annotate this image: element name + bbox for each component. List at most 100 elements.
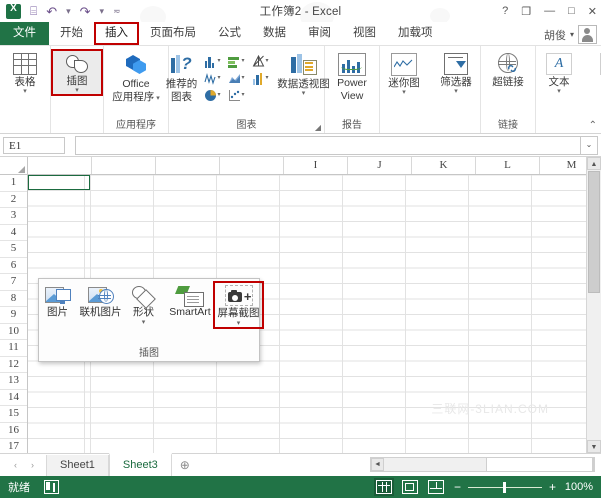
vertical-scrollbar[interactable]: ▲ ▼ — [586, 157, 601, 453]
row-header[interactable]: 11 — [0, 340, 27, 357]
power-view-button[interactable]: Power View — [328, 51, 376, 102]
tab-formulas[interactable]: 公式 — [207, 22, 252, 45]
sheet-tab-sheet3[interactable]: Sheet3 — [108, 452, 172, 478]
undo-icon[interactable]: ↶ — [46, 5, 57, 18]
row-header[interactable]: 8 — [0, 291, 27, 307]
sheet-tab-sheet1[interactable]: Sheet1 — [46, 454, 109, 476]
row-header[interactable]: 5 — [0, 241, 27, 258]
user-account-area[interactable]: 胡俊 ▾ — [544, 25, 597, 44]
column-header-i[interactable]: I — [284, 157, 348, 174]
filters-button[interactable]: 筛选器 ▾ — [432, 51, 480, 95]
online-pictures-button[interactable]: 联机图片 — [79, 283, 122, 319]
column-header-blank-4[interactable] — [220, 157, 284, 174]
tab-file[interactable]: 文件 — [0, 22, 49, 45]
tab-data[interactable]: 数据 — [252, 22, 297, 45]
page-break-view-button[interactable] — [427, 480, 444, 494]
column-header-blank-1[interactable] — [28, 157, 92, 174]
zoom-slider-thumb[interactable] — [502, 481, 506, 493]
select-all-button[interactable] — [0, 157, 28, 174]
chevron-down-icon[interactable]: ▾ — [237, 320, 241, 327]
maximize-button[interactable]: □ — [568, 5, 575, 17]
active-cell-a1[interactable] — [28, 175, 90, 190]
combo-chart-icon[interactable]: ▾ — [252, 71, 274, 86]
zoom-out-button[interactable]: − — [454, 481, 461, 493]
tab-page-layout[interactable]: 页面布局 — [139, 22, 207, 45]
help-button[interactable]: ? — [502, 5, 508, 17]
user-caret-icon[interactable]: ▾ — [570, 30, 574, 39]
row-header[interactable]: 12 — [0, 357, 27, 373]
column-header-j[interactable]: J — [348, 157, 412, 174]
redo-caret-icon[interactable]: ▾ — [100, 6, 105, 16]
stock-chart-icon[interactable]: ▾ — [203, 71, 226, 86]
text-button[interactable]: A 文本 ▾ — [535, 51, 583, 95]
undo-caret-icon[interactable]: ▾ — [66, 6, 71, 16]
screenshot-button[interactable]: + 屏幕截图 ▾ — [213, 281, 264, 329]
row-header[interactable]: 13 — [0, 373, 27, 390]
chevron-down-icon[interactable]: ▾ — [154, 95, 160, 102]
column-header-l[interactable]: L — [476, 157, 540, 174]
next-sheet-button[interactable]: › — [31, 460, 34, 470]
charts-dialog-launcher[interactable]: ◢ — [315, 123, 321, 132]
zoom-level-label[interactable]: 100% — [563, 481, 593, 493]
normal-view-button[interactable] — [375, 480, 392, 494]
hierarchy-chart-icon[interactable]: ▾ — [252, 54, 274, 69]
row-header[interactable]: 4 — [0, 225, 27, 241]
name-box[interactable]: E1 — [3, 136, 65, 154]
zoom-slider[interactable] — [467, 481, 542, 493]
scroll-up-icon[interactable]: ▲ — [587, 157, 601, 170]
collapse-ribbon-button[interactable]: ⌃ — [589, 120, 597, 131]
horizontal-scroll-thumb[interactable] — [486, 457, 593, 472]
scroll-down-icon[interactable]: ▼ — [587, 440, 601, 453]
hyperlink-button[interactable]: 超链接 — [484, 51, 532, 88]
illustrations-button[interactable]: 插图 ▾ — [51, 48, 103, 97]
avatar[interactable] — [578, 25, 597, 44]
symbols-button[interactable]: Ω 符号 ▾ — [589, 51, 601, 95]
chevron-down-icon[interactable]: ▾ — [75, 87, 79, 94]
row-header[interactable]: 17 — [0, 439, 27, 453]
save-icon[interactable]: ⌸ — [30, 5, 37, 17]
hscroll-left-icon[interactable]: ◄ — [371, 458, 384, 471]
column-chart-icon[interactable]: ▾ — [204, 54, 226, 69]
minimize-button[interactable]: — — [544, 5, 555, 17]
row-header[interactable]: 1 — [0, 175, 27, 192]
ribbon-display-options-button[interactable]: ❐ — [521, 5, 531, 18]
bar-chart-icon[interactable]: ▾ — [227, 54, 250, 69]
close-button[interactable]: ✕ — [588, 5, 597, 18]
pie-chart-icon[interactable]: ▾ — [204, 88, 226, 103]
row-header[interactable]: 6 — [0, 258, 27, 274]
column-header-k[interactable]: K — [412, 157, 476, 174]
add-sheet-icon[interactable]: ⊕ — [172, 458, 198, 472]
picture-button[interactable]: 图片 — [36, 283, 79, 319]
scatter-chart-icon[interactable]: ▾ — [228, 88, 250, 103]
zoom-in-button[interactable]: + — [549, 481, 556, 493]
column-header-blank-3[interactable] — [156, 157, 220, 174]
chevron-down-icon[interactable]: ▾ — [557, 88, 561, 95]
chevron-down-icon[interactable]: ▾ — [302, 90, 306, 97]
tab-home[interactable]: 开始 — [49, 22, 94, 45]
row-header[interactable]: 14 — [0, 390, 27, 406]
tab-review[interactable]: 审阅 — [297, 22, 342, 45]
recommended-charts-button[interactable]: 推荐的 图表 — [161, 51, 203, 103]
shapes-button[interactable]: 形状 ▾ — [122, 283, 165, 326]
horizontal-scrollbar[interactable]: ◄ ► — [370, 457, 595, 472]
smartart-button[interactable]: SmartArt — [165, 283, 215, 319]
area-chart-icon[interactable]: ▾ — [228, 71, 250, 86]
row-header[interactable]: 3 — [0, 208, 27, 225]
row-header[interactable]: 2 — [0, 192, 27, 208]
tab-addins[interactable]: 加载项 — [387, 22, 444, 45]
office-apps-button[interactable]: Office 应用程序 ▾ — [108, 51, 164, 103]
chevron-down-icon[interactable]: ▾ — [454, 88, 458, 95]
row-header[interactable]: 16 — [0, 423, 27, 439]
tables-button[interactable]: 表格 ▾ — [1, 51, 49, 95]
row-header[interactable]: 10 — [0, 324, 27, 340]
row-header[interactable]: 9 — [0, 307, 27, 324]
formula-input[interactable] — [75, 135, 580, 155]
redo-icon[interactable]: ↷ — [80, 5, 91, 18]
chevron-down-icon[interactable]: ▾ — [142, 319, 146, 326]
sparklines-button[interactable]: 迷你图 ▾ — [380, 51, 428, 96]
vertical-scroll-thumb[interactable] — [588, 171, 600, 293]
expand-formula-bar-icon[interactable]: ⌄ — [580, 135, 598, 155]
row-header[interactable]: 15 — [0, 406, 27, 423]
record-macro-icon[interactable] — [44, 480, 59, 494]
customize-qat-icon[interactable]: ≂ — [113, 6, 121, 16]
